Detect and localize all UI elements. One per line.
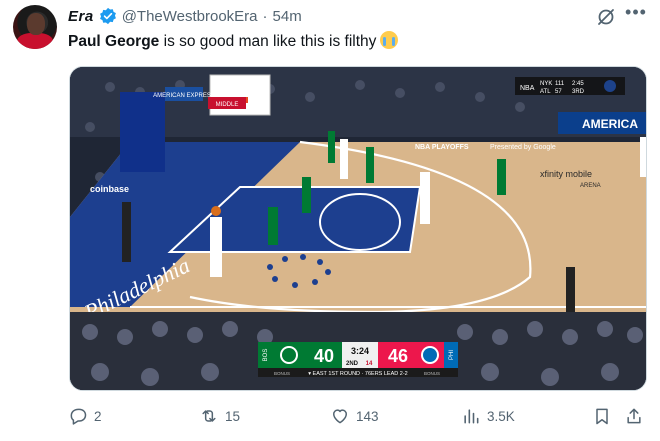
avatar-face [27, 13, 45, 35]
bookmark-button[interactable] [592, 404, 612, 428]
author-avatar[interactable] [13, 5, 57, 49]
ad-amex: AMERICAN EXPRESS [153, 93, 215, 99]
court-sponsor-xfinity: xfinity mobile [540, 169, 592, 179]
scoreboard: BOS 40 3:24 2ND 14 46 PHI ▾ EAST 1ST ROU… [258, 342, 458, 377]
reply-count: 2 [94, 408, 102, 424]
home-score: 46 [388, 346, 408, 366]
corner-team2: ATL [540, 89, 551, 95]
tweet-video[interactable]: AMERICAN EXPRESS MIDDLE AMERICA NBA PLAY… [69, 66, 647, 391]
repost-count: 15 [225, 408, 241, 424]
shot-clock: 14 [366, 361, 373, 367]
views-button[interactable]: 3.5K [461, 404, 515, 428]
tweet-actions: 2 15 143 3.5K [68, 404, 648, 428]
corner-period: 3RD [572, 89, 585, 95]
more-options-icon[interactable]: ••• [625, 3, 647, 25]
avatar-shirt [17, 33, 53, 49]
share-icon [627, 408, 641, 424]
repost-button[interactable]: 15 [199, 404, 240, 428]
corner-team1: NYK [540, 81, 552, 87]
tweet-text-mention: Paul George [68, 33, 160, 50]
tweet-timestamp[interactable]: 54m [273, 8, 302, 25]
like-count: 143 [356, 408, 379, 424]
verified-badge-icon [99, 7, 116, 25]
loudly-crying-face-icon [380, 31, 399, 49]
heart-icon [333, 409, 347, 424]
bonus-left: BONUS [274, 371, 290, 376]
grok-icon[interactable] [596, 7, 616, 27]
tweet-header: Era @TheWestbrookEra · 54m [68, 6, 302, 26]
reply-icon [70, 408, 87, 425]
away-score: 40 [314, 346, 334, 366]
scoreboard-ticker: ▾ EAST 1ST ROUND · 76ERS LEAD 2-2 [308, 371, 407, 377]
tweet-text: Paul George is so good man like this is … [68, 31, 399, 51]
like-button[interactable]: 143 [330, 404, 379, 428]
ad-america: AMERICA [582, 117, 638, 131]
views-chart-icon [464, 409, 479, 424]
ad-small: MIDDLE [216, 102, 239, 108]
away-team-abbr: BOS [263, 349, 269, 362]
court-playoffs-text: NBA PLAYOFFS [415, 144, 469, 151]
bonus-right: BONUS [424, 371, 440, 376]
game-period: 2ND [346, 361, 359, 367]
author-display-name[interactable]: Era [68, 8, 94, 25]
game-clock: 3:24 [351, 346, 369, 356]
court-presented-by-text: Presented by Google [490, 144, 556, 151]
tweet-text-body: is so good man like this is filthy [159, 33, 377, 50]
author-handle[interactable]: @TheWestbrookEra [122, 8, 258, 25]
home-team-abbr: PHI [449, 350, 455, 360]
corner-score1: 111 [555, 81, 565, 87]
share-button[interactable] [624, 404, 644, 428]
bookmark-icon [596, 408, 608, 425]
reply-button[interactable]: 2 [68, 404, 102, 428]
repost-icon [202, 410, 216, 422]
corner-score2: 57 [555, 89, 562, 95]
views-count: 3.5K [487, 408, 515, 424]
header-separator: · [262, 7, 268, 25]
corner-score-bug: NBA NYK 111 ATL 57 2:45 3RD [515, 77, 625, 95]
court-arena-text: ARENA [580, 183, 601, 189]
court-sponsor-coinbase: coinbase [90, 184, 129, 194]
basketball-game-frame: AMERICAN EXPRESS MIDDLE AMERICA NBA PLAY… [70, 67, 646, 390]
corner-league: NBA [520, 85, 535, 92]
corner-clock: 2:45 [572, 81, 584, 87]
